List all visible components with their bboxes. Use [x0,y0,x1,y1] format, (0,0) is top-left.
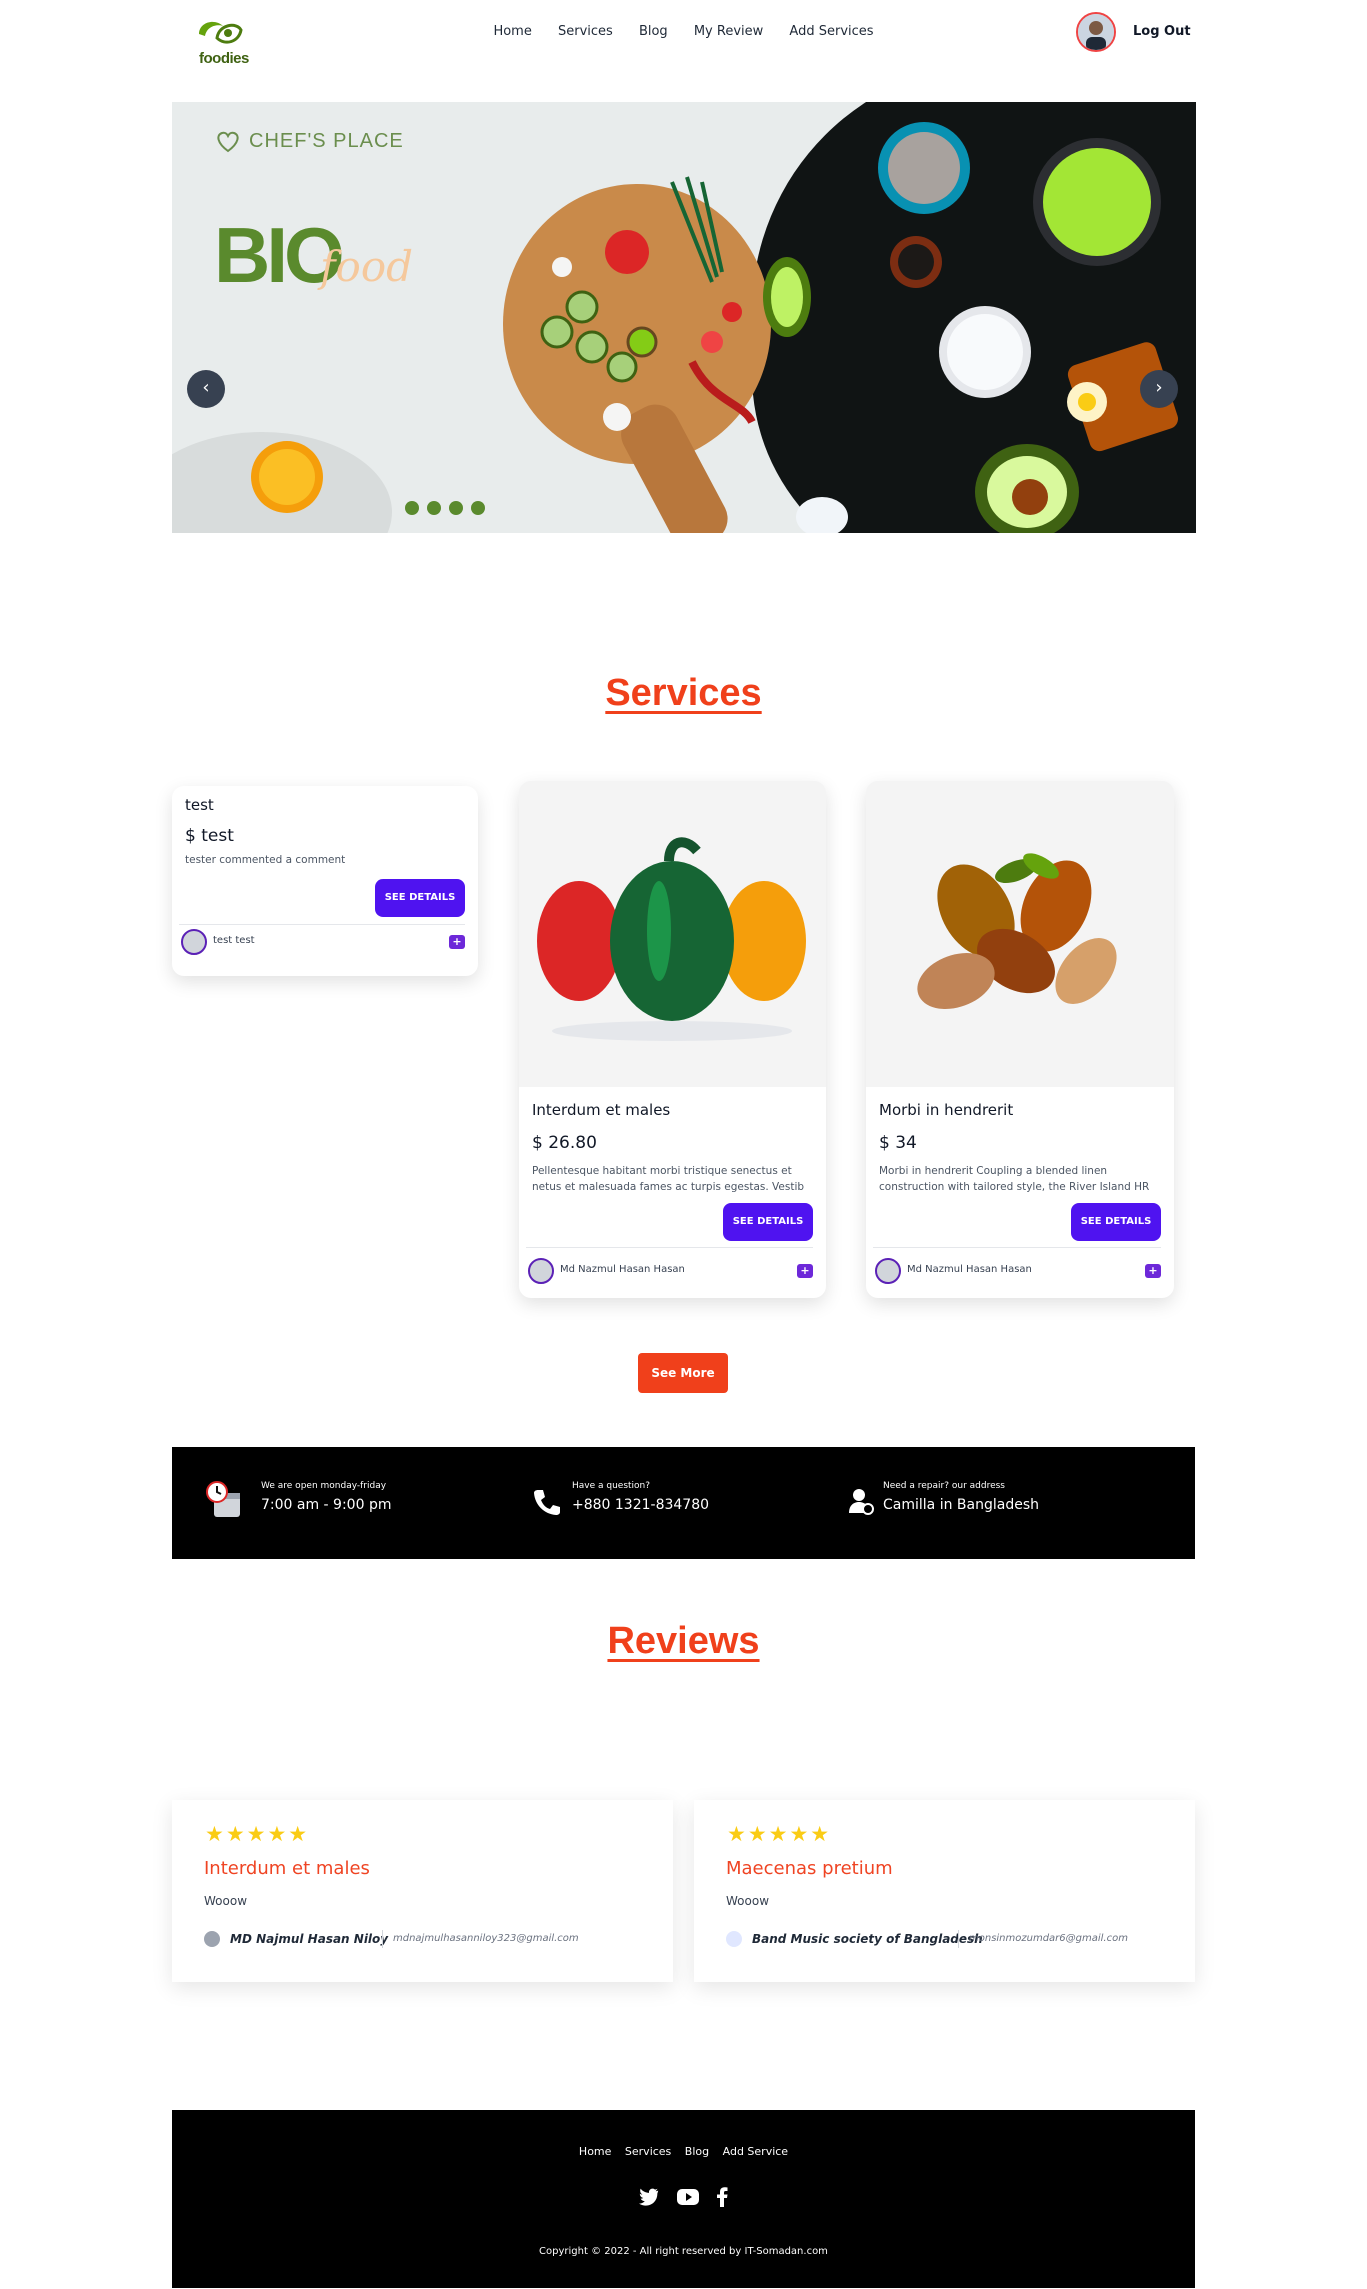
user-avatar[interactable] [1076,12,1116,52]
food-illustration [251,122,1179,533]
navbar: foodies Home Services Blog My Review Add… [0,0,1367,67]
hero-title-food: food [320,242,414,291]
user-photo-icon [1078,14,1114,50]
carousel-next-button[interactable]: › [1140,370,1178,408]
logout-button[interactable]: Log Out [1133,24,1191,39]
see-details-button[interactable]: SEE DETAILS [1071,1203,1161,1241]
author-avatar [875,1258,901,1284]
nav-services[interactable]: Services [558,24,613,39]
twitter-icon[interactable] [639,2188,659,2210]
see-details-button[interactable]: SEE DETAILS [723,1203,813,1241]
hero-social-icons [405,500,488,519]
service-description: Morbi in hendrerit Coupling a blended li… [879,1165,1150,1193]
facebook-icon[interactable] [427,501,442,515]
service-description: tester commented a comment [185,854,346,866]
service-title: test [185,796,214,814]
address-label: Need a repair? our address [883,1481,1005,1491]
hours-info: We are open monday-friday 7:00 am - 9:00… [261,1481,391,1513]
add-comment-icon[interactable]: + [449,935,465,949]
service-card: Morbi in hendrerit $ 34 Morbi in hendrer… [866,781,1174,1298]
nav-add-services[interactable]: Add Services [789,24,873,39]
star-rating: ★★★★★ [727,1822,832,1846]
footer-link-home[interactable]: Home [579,2145,611,2158]
review-title: Interdum et males [204,1858,370,1879]
address-info: Need a repair? our address Camilla in Ba… [883,1481,1039,1513]
chefs-place-text: CHEF'S PLACE [249,130,404,152]
phone-value[interactable]: +880 1321-834780 [572,1497,709,1513]
reviews-title: Reviews [607,1620,760,1662]
services-title: Services [605,672,762,714]
review-card: ★★★★★ Interdum et males Wooow MD Najmul … [172,1800,673,1982]
copyright-text: Copyright © 2022 - All right reserved by… [539,2246,828,2257]
divider [382,1930,383,1948]
service-title: Interdum et males [532,1101,671,1119]
service-card: test $ test tester commented a comment S… [172,786,478,976]
nav-blog[interactable]: Blog [639,24,668,39]
user-location-icon [849,1489,874,1515]
service-image-peppers [519,781,826,1087]
see-details-button[interactable]: SEE DETAILS [375,879,465,917]
service-price: $ 34 [879,1133,917,1153]
author-avatar [181,929,207,955]
hours-value: 7:00 am - 9:00 pm [261,1497,392,1513]
heart-outline-icon [217,131,239,152]
review-text: Wooow [204,1894,248,1908]
service-card-footer: Md Nazmul Hasan Hasan + [526,1247,813,1297]
chefs-place-label: CHEF'S PLACE [215,130,404,153]
see-more-button[interactable]: See More [638,1353,728,1393]
reviewer-name: Band Music society of Bangladesh [752,1932,983,1946]
author-avatar [528,1258,554,1284]
add-comment-icon[interactable]: + [797,1264,813,1278]
service-card: Interdum et males $ 26.80 Pellentesque h… [519,781,826,1298]
info-bar: We are open monday-friday 7:00 am - 9:00… [172,1447,1195,1559]
reviewer-email: mdnajmulhasanniloy323@gmail.com [393,1933,579,1944]
service-card-footer: test test + [179,924,465,955]
service-image-almonds [866,781,1174,1087]
nav-home[interactable]: Home [493,24,531,39]
footer: Home Services Blog Add Service Copyright… [172,2110,1195,2288]
phone-label: Have a question? [572,1481,651,1491]
whatsapp-icon[interactable] [471,501,486,515]
almonds-image [866,781,1174,1087]
footer-link-services[interactable]: Services [625,2145,671,2158]
instagram-icon[interactable] [405,501,419,515]
author-name: test test [213,935,255,946]
youtube-icon[interactable] [676,2189,699,2209]
divider [958,1930,959,1948]
review-title: Maecenas pretium [726,1858,893,1879]
carousel-prev-button[interactable]: ‹ [187,370,225,408]
reviewer-email: monsinmozumdar6@gmail.com [969,1933,1128,1944]
footer-links: Home Services Blog Add Service [172,2145,1195,2158]
add-comment-icon[interactable]: + [1145,1264,1161,1278]
calendar-clock-icon [206,1481,240,1517]
phone-info: Have a question? +880 1321-834780 [572,1481,709,1513]
review-text: Wooow [726,1894,770,1908]
service-description: Pellentesque habitant morbi tristique se… [532,1165,805,1193]
address-value: Camilla in Bangladesh [883,1497,1039,1513]
logo-text: foodies [199,50,249,67]
author-name: Md Nazmul Hasan Hasan [560,1264,685,1275]
footer-link-add-service[interactable]: Add Service [723,2145,788,2158]
phone-icon [534,1490,560,1515]
footer-link-blog[interactable]: Blog [685,2145,709,2158]
reviewer-name: MD Najmul Hasan Niloy [230,1932,389,1946]
reviewer-avatar [204,1931,220,1947]
bell-peppers-image [519,781,826,1087]
reviewer-avatar [726,1931,742,1947]
star-rating: ★★★★★ [205,1822,310,1846]
footer-social [172,2187,1195,2211]
service-price: $ 26.80 [532,1133,597,1153]
hero-carousel: CHEF'S PLACE BIO food ‹ › [172,102,1196,533]
nav-my-review[interactable]: My Review [694,24,763,39]
hours-label: We are open monday-friday [261,1481,387,1491]
author-name: Md Nazmul Hasan Hasan [907,1264,1032,1275]
review-card: ★★★★★ Maecenas pretium Wooow Band Music … [694,1800,1195,1982]
service-price: $ test [185,826,234,846]
service-title: Morbi in hendrerit [879,1101,1014,1119]
service-card-footer: Md Nazmul Hasan Hasan + [873,1247,1161,1297]
facebook-icon[interactable] [716,2187,728,2211]
twitter-icon[interactable] [449,501,464,515]
